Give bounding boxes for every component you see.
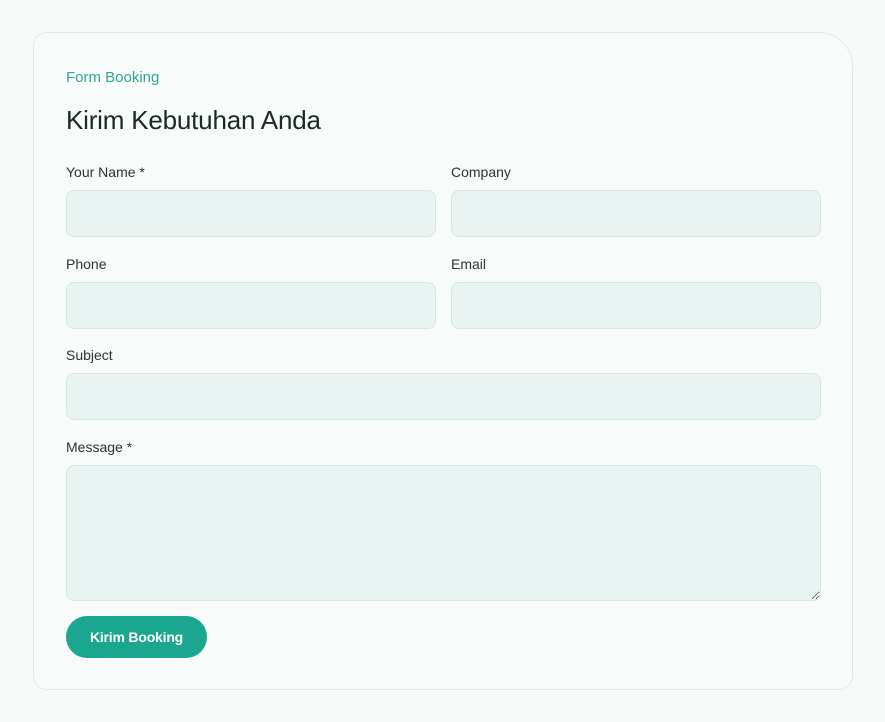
company-field-group: Company: [451, 163, 821, 237]
email-field-group: Email: [451, 255, 821, 329]
company-label: Company: [451, 164, 511, 180]
message-textarea[interactable]: [66, 465, 821, 601]
submit-booking-button[interactable]: Kirim Booking: [66, 616, 207, 658]
subject-field-group: Subject: [66, 346, 821, 420]
phone-field-group: Phone: [66, 255, 436, 329]
booking-form-card: Form Booking Kirim Kebutuhan Anda Your N…: [33, 32, 853, 690]
name-input[interactable]: [66, 190, 436, 237]
name-label: Your Name *: [66, 164, 145, 180]
name-field-group: Your Name *: [66, 163, 436, 237]
message-field-group: Message *: [66, 438, 821, 601]
form-title: Kirim Kebutuhan Anda: [66, 105, 321, 135]
company-input[interactable]: [451, 190, 821, 237]
subject-label: Subject: [66, 347, 113, 363]
subject-input[interactable]: [66, 373, 821, 420]
email-input[interactable]: [451, 282, 821, 329]
phone-input[interactable]: [66, 282, 436, 329]
form-eyebrow: Form Booking: [66, 69, 160, 86]
phone-label: Phone: [66, 256, 107, 272]
message-label: Message *: [66, 439, 133, 455]
email-label: Email: [451, 256, 487, 272]
